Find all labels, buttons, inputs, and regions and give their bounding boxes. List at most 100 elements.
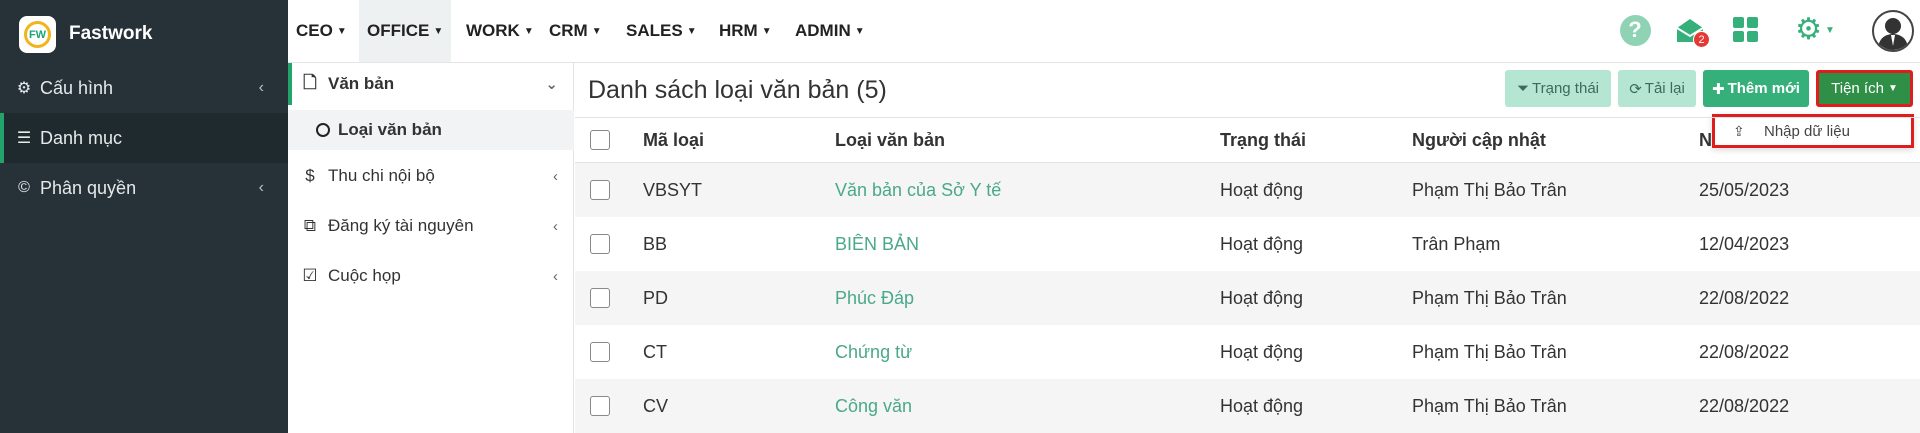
avatar[interactable] xyxy=(1872,10,1914,52)
subnav-meetings[interactable]: ☑ Cuộc họp ‹ xyxy=(288,253,574,299)
user-icon xyxy=(1878,18,1908,50)
gear-icon: ⚙ xyxy=(16,80,32,97)
logo: FW xyxy=(19,16,56,53)
row-checkbox[interactable] xyxy=(590,396,610,416)
cell-code: CV xyxy=(643,396,669,416)
help-button[interactable]: ? xyxy=(1617,12,1653,48)
chevron-left-icon: ‹ xyxy=(553,167,558,185)
table-header: Mã loại Loại văn bản Trạng thái Người cậ… xyxy=(575,117,1920,163)
topnav-sales[interactable]: SALES ▼ xyxy=(618,0,705,62)
row-checkbox[interactable] xyxy=(590,342,610,362)
cell-status: Hoạt động xyxy=(1220,342,1304,362)
cell-type-link[interactable]: Phúc Đáp xyxy=(835,288,914,309)
topnav-label: CEO xyxy=(296,21,333,40)
dollar-icon: $ xyxy=(305,166,315,185)
column-header[interactable]: Người cập nhật xyxy=(1412,130,1546,151)
button-label: Trạng thái xyxy=(1532,80,1599,97)
brand[interactable]: FW Fastwork xyxy=(0,0,288,63)
refresh-icon: ⟳ xyxy=(1629,80,1642,98)
topnav-crm[interactable]: CRM ▼ xyxy=(541,0,610,62)
topnav-label: ADMIN xyxy=(795,21,851,40)
filter-status-button[interactable]: ⏷ Trạng thái xyxy=(1505,70,1611,107)
brand-name: Fastwork xyxy=(69,23,153,44)
utilities-button[interactable]: Tiện ích ▼ xyxy=(1816,70,1913,107)
row-checkbox[interactable] xyxy=(590,288,610,308)
table-row[interactable]: VBSYT Văn bản của Sở Y tế Hoạt động Phạm… xyxy=(575,163,1920,217)
caret-down-icon: ▼ xyxy=(686,25,697,37)
top-navbar: CEO ▼ OFFICE ▼ WORK ▼ CRM ▼ SALES ▼ HRM ▼ ADMI… xyxy=(288,0,1920,63)
column-header[interactable]: N xyxy=(1699,130,1712,151)
topnav-label: SALES xyxy=(626,21,683,40)
chevron-down-icon: ⌄ xyxy=(545,76,558,93)
cell-status: Hoạt động xyxy=(1220,180,1304,200)
row-checkbox[interactable] xyxy=(590,234,610,254)
topnav-office[interactable]: OFFICE ▼ xyxy=(359,0,452,62)
logo-mark: FW xyxy=(24,21,51,48)
row-checkbox[interactable] xyxy=(590,180,610,200)
sub-sidebar: 🗋 Văn bản ⌄ Loại văn bản $ Thu chi nội b… xyxy=(288,63,574,433)
document-icon: 🗋 xyxy=(303,72,317,92)
caret-down-icon: ▼ xyxy=(854,25,865,37)
cell-updated-by: Phạm Thị Bảo Trân xyxy=(1412,180,1567,200)
column-header[interactable]: Loại văn bản xyxy=(835,130,945,151)
sidebar-item-settings[interactable]: ⚙ Cấu hình ‹ xyxy=(0,63,288,113)
cell-status: Hoạt động xyxy=(1220,288,1304,308)
notifications-button[interactable]: 2 xyxy=(1672,12,1710,48)
select-all-checkbox[interactable] xyxy=(590,130,610,150)
cubes-icon: ⧉ xyxy=(303,216,317,235)
topnav-admin[interactable]: ADMIN ▼ xyxy=(787,0,873,62)
topnav-label: HRM xyxy=(719,21,758,40)
table-row[interactable]: CV Công văn Hoạt động Phạm Thị Bảo Trân … xyxy=(575,379,1920,433)
chevron-left-icon: ‹ xyxy=(258,79,264,96)
cell-date: 22/08/2022 xyxy=(1699,288,1790,308)
sidebar-item-categories[interactable]: ☰ Danh mục xyxy=(0,113,288,163)
notification-badge: 2 xyxy=(1693,31,1710,48)
column-header[interactable]: Mã loại xyxy=(643,130,704,151)
subnav-label: Văn bản xyxy=(328,74,395,93)
main-content: Danh sách loại văn bản (5) ⏷ Trạng thái ⟳… xyxy=(575,63,1920,433)
subnav-internal-finance[interactable]: $ Thu chi nội bộ ‹ xyxy=(288,153,574,199)
caret-down-icon: ▼ xyxy=(761,25,772,37)
cell-type-link[interactable]: Văn bản của Sở Y tế xyxy=(835,180,1001,201)
table-row[interactable]: CT Chứng từ Hoạt động Phạm Thị Bảo Trân … xyxy=(575,325,1920,379)
subnav-resource-booking[interactable]: ⧉ Đăng ký tài nguyên ‹ xyxy=(288,203,574,249)
cell-type-link[interactable]: Công văn xyxy=(835,396,912,417)
topnav-work[interactable]: WORK ▼ xyxy=(458,0,542,62)
topnav-label: CRM xyxy=(549,21,588,40)
apps-button[interactable] xyxy=(1728,12,1764,48)
topnav-ceo[interactable]: CEO ▼ xyxy=(288,0,355,62)
cell-updated-by: Phạm Thị Bảo Trân xyxy=(1412,288,1567,308)
topnav-label: WORK xyxy=(466,21,520,40)
cell-type-link[interactable]: BIÊN BẢN xyxy=(835,234,919,255)
cell-code: CT xyxy=(643,342,667,362)
add-new-button[interactable]: ✚ Thêm mới xyxy=(1703,70,1809,107)
subnav-document-types[interactable]: Loại văn bản xyxy=(288,110,574,150)
reload-button[interactable]: ⟳ Tải lại xyxy=(1618,70,1696,107)
table-row[interactable]: PD Phúc Đáp Hoạt động Phạm Thị Bảo Trân … xyxy=(575,271,1920,325)
caret-down-icon: ▼ xyxy=(1887,83,1898,94)
cell-date: 22/08/2022 xyxy=(1699,342,1790,362)
chevron-left-icon: ‹ xyxy=(553,217,558,235)
cell-status: Hoạt động xyxy=(1220,396,1304,416)
filter-icon: ⏷ xyxy=(1517,80,1530,97)
column-header[interactable]: Trạng thái xyxy=(1220,130,1306,151)
table-row[interactable]: BB BIÊN BẢN Hoạt động Trân Phạm 12/04/20… xyxy=(575,217,1920,271)
chevron-left-icon: ‹ xyxy=(553,267,558,285)
button-label: Tải lại xyxy=(1644,80,1685,97)
cell-code: BB xyxy=(643,234,668,254)
cell-code: PD xyxy=(643,288,669,308)
subnav-documents[interactable]: 🗋 Văn bản ⌄ xyxy=(288,63,574,105)
sidebar-item-permissions[interactable]: © Phân quyền ‹ xyxy=(0,163,288,213)
topnav-hrm[interactable]: HRM ▼ xyxy=(711,0,780,62)
cell-updated-by: Phạm Thị Bảo Trân xyxy=(1412,342,1567,362)
plus-icon: ✚ xyxy=(1712,80,1725,98)
grid-icon xyxy=(1733,17,1758,42)
question-icon: ? xyxy=(1619,14,1651,46)
settings-menu-button[interactable]: ⚙ ▼ xyxy=(1790,12,1840,48)
caret-down-icon: ▼ xyxy=(433,25,444,37)
cell-type-link[interactable]: Chứng từ xyxy=(835,342,912,363)
gears-icon: ⚙ xyxy=(1795,13,1822,46)
cell-updated-by: Trân Phạm xyxy=(1412,234,1501,254)
calendar-check-icon: ☑ xyxy=(302,266,318,285)
cell-date: 25/05/2023 xyxy=(1699,180,1790,200)
